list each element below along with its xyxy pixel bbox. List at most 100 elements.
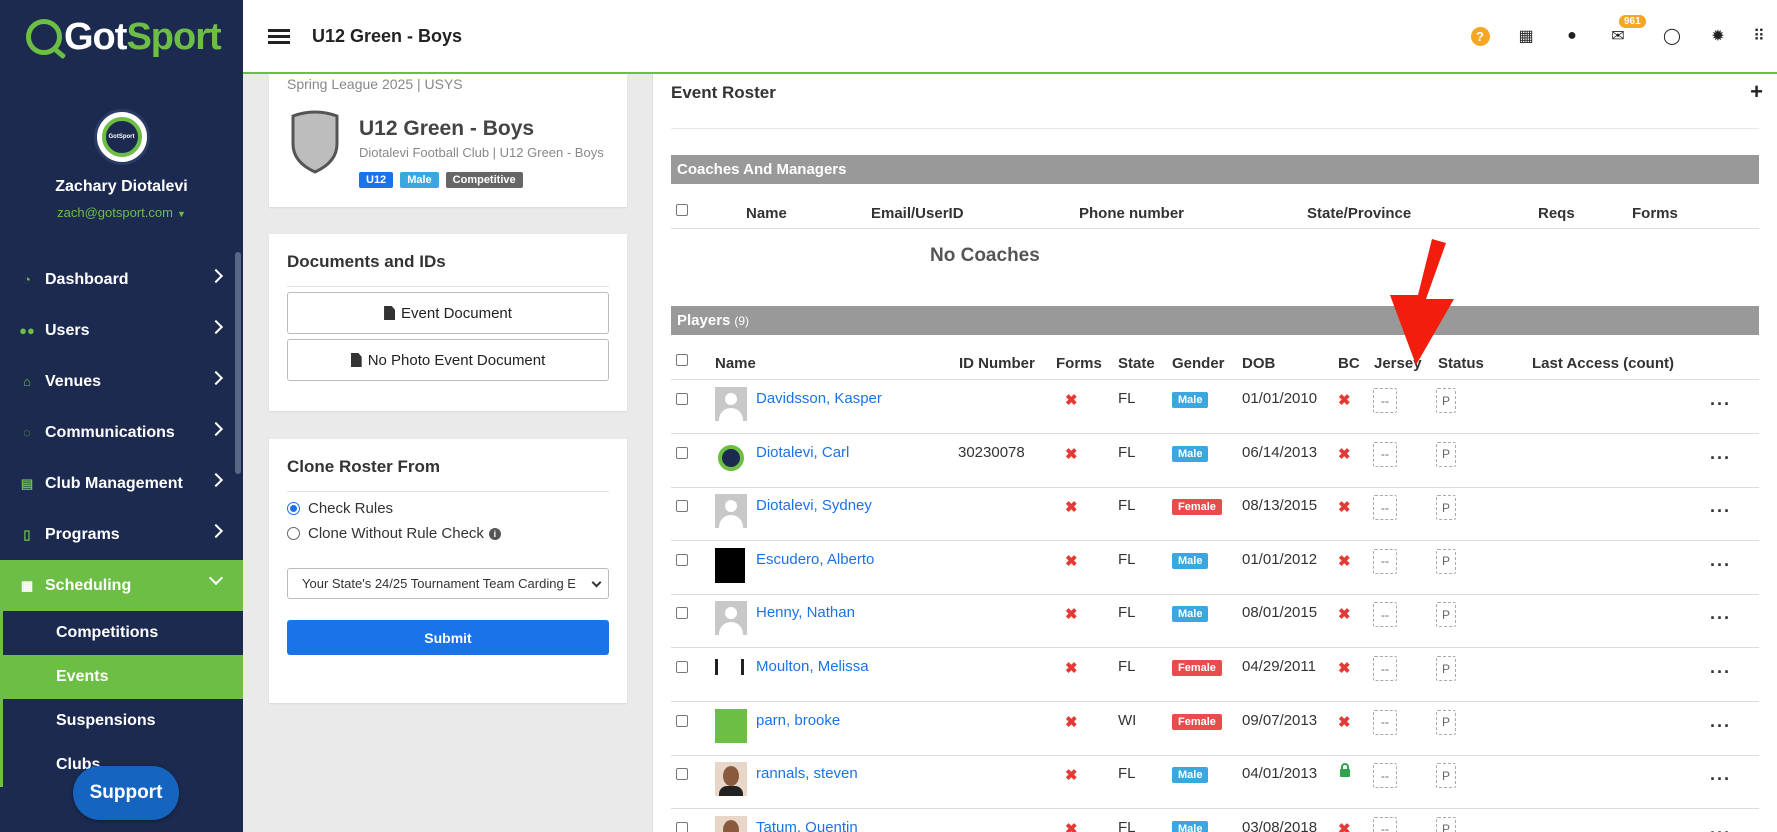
- user-icon[interactable]: ●: [1549, 27, 1595, 45]
- sidebar-item-scheduling[interactable]: ▦ Scheduling: [0, 560, 243, 611]
- jersey-field[interactable]: --: [1373, 602, 1397, 628]
- status-field[interactable]: P: [1436, 763, 1456, 789]
- event-document-button[interactable]: Event Document: [287, 292, 609, 334]
- sidebar-subitem-competitions[interactable]: Competitions: [0, 611, 243, 655]
- player-col-last-access[interactable]: Last Access (count): [1532, 355, 1674, 372]
- player-checkbox[interactable]: [676, 714, 688, 727]
- coach-col-phone[interactable]: Phone number: [1079, 205, 1184, 222]
- radio-unchecked[interactable]: [287, 527, 300, 540]
- player-row[interactable]: Diotalevi, Sydney ✖ FL Female 08/13/2015 ✖ -- P…: [671, 487, 1759, 542]
- status-field[interactable]: P: [1436, 495, 1456, 521]
- coach-col-state[interactable]: State/Province: [1307, 205, 1411, 222]
- sidebar-item-venues[interactable]: ⌂ Venues: [0, 356, 243, 407]
- player-col-state[interactable]: State: [1118, 355, 1155, 372]
- check-rules-option[interactable]: Check Rules: [287, 500, 609, 517]
- radio-checked[interactable]: [287, 502, 300, 515]
- player-row[interactable]: Escudero, Alberto ✖ FL Male 01/01/2012 ✖ -- P ··…: [671, 541, 1759, 595]
- player-col-id-number[interactable]: ID Number: [959, 355, 1035, 372]
- hamburger-menu-icon[interactable]: [268, 29, 290, 44]
- select-all-coaches-checkbox[interactable]: [676, 204, 688, 216]
- jersey-field[interactable]: --: [1373, 388, 1397, 413]
- mail-icon[interactable]: ✉ 961: [1595, 15, 1646, 46]
- coach-col-forms[interactable]: Forms: [1632, 205, 1678, 222]
- more-options-icon[interactable]: ···: [1710, 662, 1731, 683]
- status-field[interactable]: P: [1436, 441, 1456, 467]
- player-row[interactable]: Moulton, Melissa ✖ FL Female 04/29/2011 ✖ -- P ·…: [671, 648, 1759, 702]
- player-col-gender[interactable]: Gender: [1172, 355, 1225, 372]
- sidebar-subitem-suspensions[interactable]: Suspensions: [0, 699, 243, 743]
- more-options-icon[interactable]: ···: [1710, 394, 1731, 415]
- chat-icon[interactable]: ◯: [1649, 26, 1695, 46]
- no-photo-event-document-button[interactable]: No Photo Event Document: [287, 339, 609, 381]
- player-name-link[interactable]: rannals, steven: [756, 765, 858, 782]
- sidebar-item-dashboard[interactable]: ◔ Dashboard: [0, 254, 243, 305]
- player-col-forms[interactable]: Forms: [1056, 355, 1102, 372]
- status-field[interactable]: P: [1436, 388, 1456, 413]
- status-field[interactable]: P: [1436, 548, 1456, 574]
- more-options-icon[interactable]: ···: [1710, 448, 1731, 469]
- more-options-icon[interactable]: ···: [1710, 555, 1731, 576]
- status-field[interactable]: P: [1436, 656, 1456, 681]
- jersey-field[interactable]: --: [1373, 548, 1397, 574]
- gotsport-logo[interactable]: GotSport: [0, 0, 243, 74]
- help-icon[interactable]: ?: [1457, 26, 1503, 46]
- sidebar-item-communications[interactable]: ◌ Communications: [0, 407, 243, 458]
- sidebar-item-club-management[interactable]: ▤ Club Management: [0, 458, 243, 509]
- sidebar-item-users[interactable]: ●● Users: [0, 305, 243, 356]
- clone-without-rule-check-option[interactable]: Clone Without Rule Check i: [287, 525, 609, 542]
- jersey-field[interactable]: --: [1373, 495, 1397, 521]
- player-name-link[interactable]: Diotalevi, Sydney: [756, 497, 872, 514]
- info-icon[interactable]: i: [488, 527, 501, 540]
- more-options-icon[interactable]: ···: [1710, 823, 1731, 832]
- more-options-icon[interactable]: ···: [1710, 716, 1731, 737]
- player-col-bc[interactable]: BC: [1338, 355, 1360, 372]
- player-row[interactable]: Henny, Nathan ✖ FL Male 08/01/2015 ✖ -- P ···: [671, 594, 1759, 649]
- status-field[interactable]: P: [1436, 602, 1456, 628]
- sidebar-subitem-events[interactable]: Events: [0, 655, 243, 699]
- player-name-link[interactable]: Davidsson, Kasper: [756, 390, 882, 407]
- player-row[interactable]: rannals, steven ✖ FL Male 04/01/2013 -- P ···: [671, 755, 1759, 810]
- sidebar-item-programs[interactable]: ▯ Programs: [0, 509, 243, 560]
- more-options-icon[interactable]: ···: [1710, 608, 1731, 629]
- sidebar-scrollbar[interactable]: [235, 252, 241, 474]
- player-checkbox[interactable]: [676, 768, 688, 781]
- coach-col-name[interactable]: Name: [746, 205, 787, 222]
- player-col-dob[interactable]: DOB: [1242, 355, 1275, 372]
- coach-col-email[interactable]: Email/UserID: [871, 205, 964, 222]
- qr-code-icon[interactable]: ▦: [1503, 26, 1549, 46]
- player-row[interactable]: Tatum, Quentin ✖ FL Male 03/08/2018 ✖ -- P ···: [671, 809, 1759, 832]
- select-all-players-checkbox[interactable]: [676, 354, 688, 366]
- player-checkbox[interactable]: [676, 500, 688, 513]
- more-options-icon[interactable]: ···: [1710, 501, 1731, 522]
- submit-button[interactable]: Submit: [287, 620, 609, 655]
- gear-icon[interactable]: ✹: [1695, 26, 1741, 46]
- player-name-link[interactable]: Diotalevi, Carl: [756, 444, 849, 461]
- more-options-icon[interactable]: ···: [1710, 769, 1731, 790]
- jersey-field[interactable]: --: [1373, 656, 1397, 681]
- status-field[interactable]: P: [1436, 709, 1456, 735]
- player-checkbox[interactable]: [676, 553, 688, 566]
- player-name-link[interactable]: Moulton, Melissa: [756, 658, 869, 675]
- player-checkbox[interactable]: [676, 821, 688, 832]
- player-row[interactable]: Davidsson, Kasper ✖ FL Male 01/01/2010 ✖ -- P ··…: [671, 380, 1759, 434]
- player-row[interactable]: parn, brooke ✖ WI Female 09/07/2013 ✖ -- P ···: [671, 702, 1759, 756]
- apps-grid-icon[interactable]: ⠿: [1741, 26, 1777, 46]
- user-email-dropdown[interactable]: zach@gotsport.com ▼: [0, 205, 243, 220]
- support-button[interactable]: Support: [73, 766, 179, 820]
- add-icon[interactable]: +: [1750, 79, 1763, 105]
- player-name-link[interactable]: Escudero, Alberto: [756, 551, 874, 568]
- jersey-field[interactable]: --: [1373, 763, 1397, 789]
- player-name-link[interactable]: Tatum, Quentin: [756, 819, 858, 832]
- player-col-name[interactable]: Name: [715, 355, 756, 372]
- player-row[interactable]: Diotalevi, Carl 30230078 ✖ FL Male 06/14/2013…: [671, 434, 1759, 488]
- player-checkbox[interactable]: [676, 446, 688, 459]
- coach-col-reqs[interactable]: Reqs: [1538, 205, 1575, 222]
- jersey-field[interactable]: --: [1373, 816, 1397, 832]
- clone-source-select[interactable]: Your State's 24/25 Tournament Team Cardi…: [287, 568, 609, 599]
- jersey-field[interactable]: --: [1373, 441, 1397, 467]
- avatar[interactable]: GotSport: [93, 109, 150, 165]
- player-checkbox[interactable]: [676, 393, 688, 405]
- player-checkbox[interactable]: [676, 661, 688, 673]
- status-field[interactable]: P: [1436, 816, 1456, 832]
- player-name-link[interactable]: parn, brooke: [756, 712, 840, 729]
